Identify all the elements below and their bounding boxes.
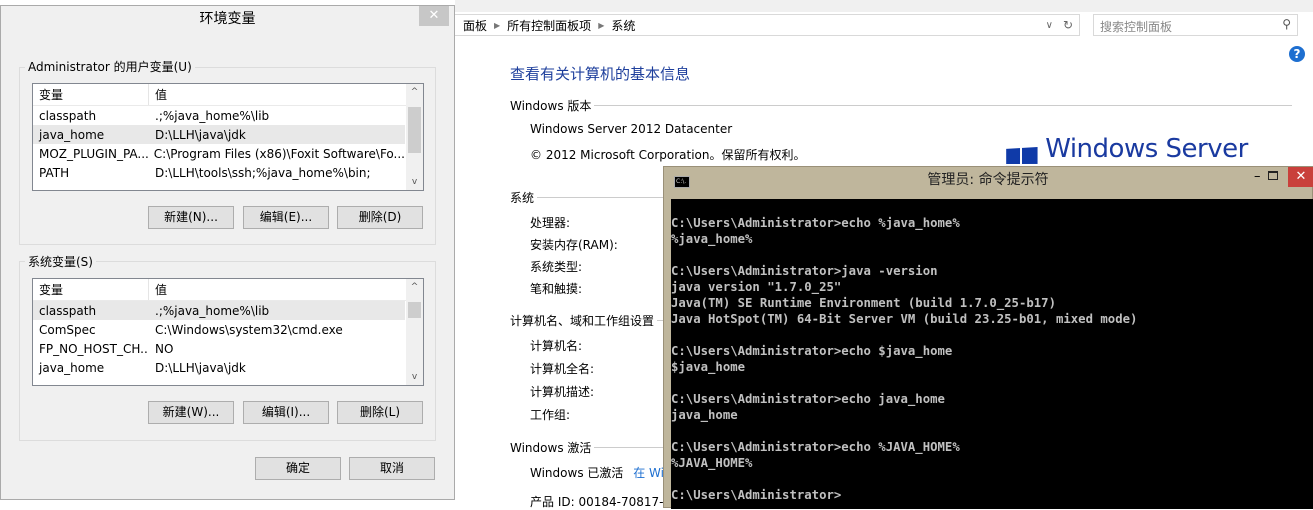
list-item[interactable]: java_home D:\LLH\java\jdk [33, 125, 405, 144]
console-line: %java_home% [671, 232, 753, 246]
chevron-right-icon: ▶ [494, 20, 501, 30]
console-line: java_home [671, 408, 738, 422]
label-workgroup: 工作组: [530, 408, 571, 422]
label-ram: 安装内存(RAM): [530, 238, 618, 252]
console-line: C:\Users\Administrator> [671, 488, 842, 502]
chevron-down-icon: v [411, 372, 418, 382]
label-full-name: 计算机全名: [530, 362, 595, 376]
list-item[interactable]: classpath .;%java_home%\lib [33, 106, 405, 125]
column-header-value[interactable]: 值 [149, 281, 167, 298]
console-line: C:\Users\Administrator>java -version [671, 264, 938, 278]
section-system: 系统 [510, 189, 670, 206]
edit-system-variable-button[interactable]: 编辑(I)... [243, 401, 329, 424]
close-button[interactable]: ✕ [1288, 167, 1313, 187]
console-line: C:\Users\Administrator>echo $java_home [671, 344, 953, 358]
minimize-button[interactable]: – [1254, 169, 1261, 184]
cancel-button[interactable]: 取消 [349, 457, 435, 480]
search-placeholder: 搜索控制面板 [1100, 20, 1173, 34]
system-variables-label: 系统变量(S) [25, 253, 96, 270]
scrollbar[interactable]: ^ v [406, 279, 423, 385]
window-frame [455, 0, 1313, 12]
delete-system-variable-button[interactable]: 删除(L) [337, 401, 423, 424]
product-id: 产品 ID: 00184-70817-8 [530, 495, 672, 509]
console-line: Java(TM) SE Runtime Environment (build 1… [671, 296, 1056, 310]
ok-button[interactable]: 确定 [255, 457, 341, 480]
column-header-variable[interactable]: 变量 [33, 279, 149, 300]
console-line: Java HotSpot(TM) 64-Bit Server VM (build… [671, 312, 1138, 326]
window-title: 管理员: 命令提示符 [927, 172, 1049, 188]
label-processor: 处理器: [530, 216, 571, 230]
chevron-up-icon: ^ [410, 87, 419, 97]
refresh-icon[interactable]: ↻ [1063, 18, 1073, 32]
user-variables-list[interactable]: 变量值 classpath .;%java_home%\lib java_home… [32, 83, 424, 191]
label-description: 计算机描述: [530, 385, 595, 399]
breadcrumb-item[interactable]: 所有控制面板项 [507, 17, 591, 34]
copyright: © 2012 Microsoft Corporation。保留所有权利。 [530, 148, 806, 162]
breadcrumb-item[interactable]: 面板 [463, 17, 487, 34]
list-item[interactable]: ComSpec C:\Windows\system32\cmd.exe [33, 320, 405, 339]
page-title: 查看有关计算机的基本信息 [510, 65, 691, 83]
search-input[interactable]: 搜索控制面板 ⚲ [1093, 14, 1298, 36]
address-bar[interactable]: 面板 ▶ 所有控制面板项 ▶ 系统 ∨ ↻ [455, 14, 1080, 36]
list-item[interactable]: PATH D:\LLH\tools\ssh;%java_home%\bin; [33, 163, 405, 182]
list-item[interactable]: MOZ_PLUGIN_PA... C:\Program Files (x86)\F… [33, 144, 405, 163]
edition-name: Windows Server 2012 Datacenter [530, 122, 733, 136]
edit-user-variable-button[interactable]: 编辑(E)... [243, 206, 329, 229]
new-user-variable-button[interactable]: 新建(N)... [148, 206, 234, 229]
section-computer-name: 计算机名、域和工作组设置 [510, 312, 670, 329]
list-item[interactable]: java_home D:\LLH\java\jdk [33, 358, 405, 377]
chevron-right-icon: ▶ [598, 20, 605, 30]
section-activation: Windows 激活 [510, 439, 670, 456]
console-line: java version "1.7.0_25" [671, 280, 842, 294]
console-line: C:\Users\Administrator>echo %JAVA_HOME% [671, 440, 960, 454]
chevron-up-icon: ^ [410, 282, 419, 292]
list-item[interactable]: FP_NO_HOST_CH... NO [33, 339, 405, 358]
column-header-value[interactable]: 值 [149, 86, 167, 103]
chevron-down-icon: v [411, 177, 418, 187]
column-header-variable[interactable]: 变量 [33, 84, 149, 105]
breadcrumb-item[interactable]: 系统 [611, 17, 635, 34]
maximize-button[interactable] [1268, 171, 1278, 180]
close-button[interactable]: ✕ [419, 6, 449, 26]
search-icon[interactable]: ⚲ [1282, 17, 1291, 31]
label-system-type: 系统类型: [530, 260, 583, 274]
chevron-down-icon[interactable]: ∨ [1046, 20, 1053, 31]
console-line: $java_home [671, 360, 746, 374]
console-output[interactable]: C:\Users\Administrator>echo %java_home%%… [671, 199, 1313, 509]
delete-user-variable-button[interactable]: 删除(D) [337, 206, 423, 229]
console-line: C:\Users\Administrator>echo java_home [671, 392, 945, 406]
activation-status: Windows 已激活 在 Wi [530, 466, 664, 480]
list-item[interactable]: classpath .;%java_home%\lib [33, 301, 405, 320]
scrollbar[interactable]: ^ v [406, 84, 423, 190]
dialog-title: 环境变量 [199, 11, 256, 27]
console-line: %JAVA_HOME% [671, 456, 753, 470]
label-pen-touch: 笔和触摸: [530, 282, 583, 296]
system-variables-list[interactable]: 变量值 classpath .;%java_home%\lib ComSpec C:… [32, 278, 424, 386]
help-icon[interactable]: ? [1289, 46, 1305, 62]
label-computer-name: 计算机名: [530, 339, 583, 353]
section-windows-edition: Windows 版本 [510, 97, 1292, 114]
activation-link[interactable]: 在 Wi [633, 466, 664, 480]
command-prompt-window: 管理员: 命令提示符 C:\. – ✕ C:\Users\Administrat… [663, 166, 1313, 509]
environment-variables-dialog: 环境变量 ✕ Administrator 的用户变量(U) 变量值 classp… [0, 5, 455, 500]
user-variables-label: Administrator 的用户变量(U) [25, 58, 195, 75]
section-title: Windows 版本 [510, 99, 592, 113]
new-system-variable-button[interactable]: 新建(W)... [148, 401, 234, 424]
cmd-icon: C:\. [674, 176, 690, 188]
console-line: C:\Users\Administrator>echo %java_home% [671, 216, 960, 230]
